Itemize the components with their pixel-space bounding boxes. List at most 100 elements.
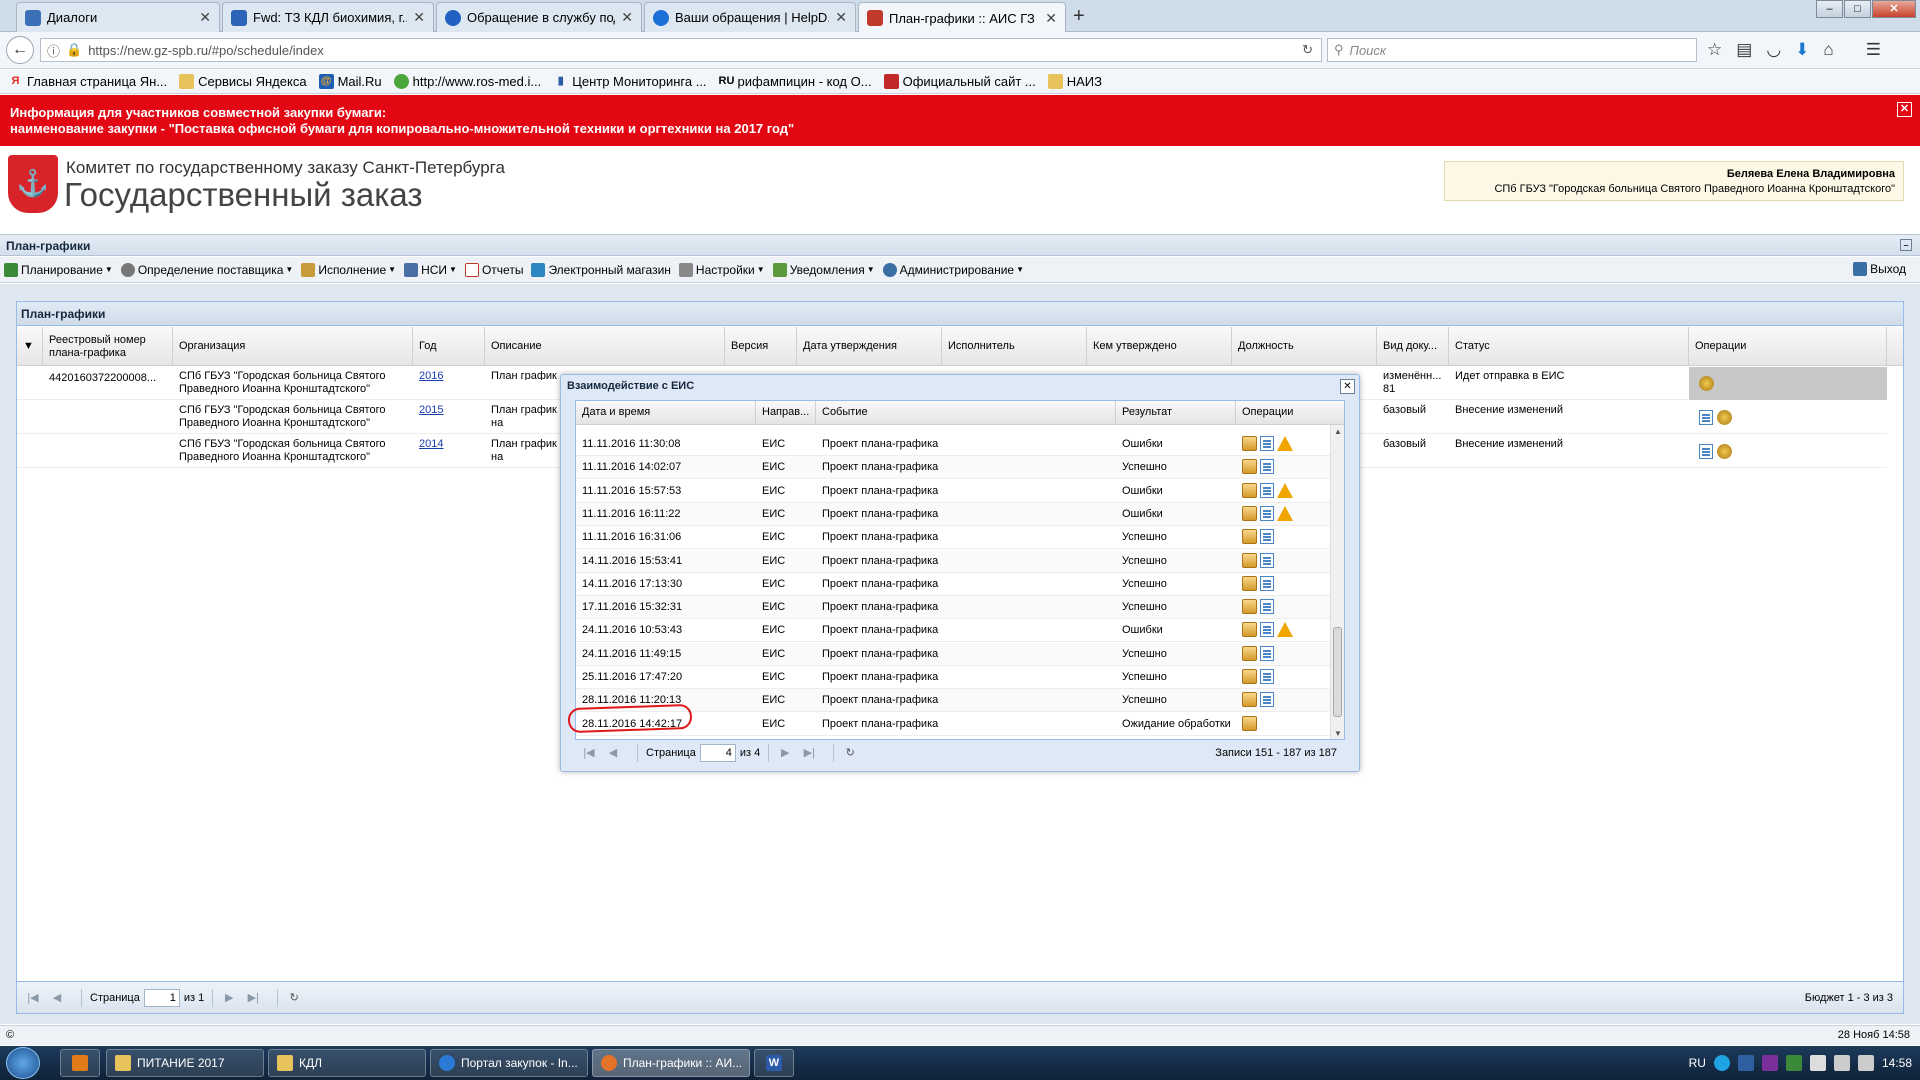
column-header[interactable]: Кем утверждено — [1087, 327, 1232, 366]
package-icon[interactable] — [1242, 482, 1257, 498]
browser-tab[interactable]: Fwd: ТЗ КДЛ биохимия, г... ✕ — [222, 2, 434, 32]
bookmark-item[interactable]: Официальный сайт ... — [883, 74, 1036, 89]
bookmark-item[interactable]: НАИЗ — [1047, 74, 1102, 89]
reading-list-icon[interactable]: ▤ — [1736, 40, 1752, 60]
close-icon[interactable]: ✕ — [413, 9, 425, 26]
year-link[interactable]: 2015 — [419, 404, 443, 416]
new-tab-button[interactable]: + — [1073, 5, 1085, 28]
bookmark-item[interactable]: ▮ Центр Мониторинга ... — [553, 74, 707, 89]
column-header[interactable]: Реестровый номер плана-графика — [43, 327, 173, 366]
document-icon[interactable] — [1260, 645, 1274, 661]
document-icon[interactable] — [1260, 599, 1274, 615]
bookmark-item[interactable]: http://www.ros-med.i... — [393, 74, 541, 89]
close-icon[interactable]: ✕ — [199, 9, 211, 26]
reload-icon[interactable]: ↻ — [1302, 42, 1313, 58]
language-indicator[interactable]: RU — [1689, 1056, 1706, 1070]
warning-icon[interactable] — [1277, 622, 1293, 638]
scroll-thumb[interactable] — [1333, 627, 1342, 717]
menu-nsi[interactable]: НСИ ▼ — [404, 262, 457, 277]
year-link[interactable]: 2014 — [419, 438, 443, 450]
browser-tab[interactable]: Ваши обращения | HelpD... ✕ — [644, 2, 856, 32]
document-icon[interactable] — [1699, 410, 1713, 425]
table-row[interactable]: 14.11.2016 15:53:41 ЕИС Проект плана-графи… — [576, 549, 1332, 573]
next-page-icon[interactable]: ▶ — [221, 990, 237, 1006]
collapse-icon[interactable]: – — [1900, 239, 1912, 251]
start-button[interactable] — [6, 1047, 40, 1079]
column-header[interactable]: Результат — [1116, 401, 1236, 425]
warning-icon[interactable] — [1277, 436, 1293, 451]
flag-icon[interactable] — [1809, 1055, 1826, 1071]
media-player-button[interactable] — [60, 1049, 100, 1077]
table-row[interactable]: 24.11.2016 10:53:43 ЕИС Проект плана-графи… — [576, 619, 1332, 643]
table-row[interactable]: 11.11.2016 11:30:08 ЕИС Проект плана-графи… — [576, 433, 1332, 456]
column-header[interactable]: Версия — [725, 327, 797, 366]
document-icon[interactable] — [1260, 575, 1274, 591]
table-row[interactable]: 11.11.2016 14:02:07 ЕИС Проект плана-графи… — [576, 456, 1332, 480]
column-header[interactable]: Дата и время — [576, 401, 756, 425]
year-link[interactable]: 2016 — [419, 370, 443, 382]
menu-supplier[interactable]: Определение поставщика ▼ — [120, 262, 293, 277]
maximize-button[interactable]: □ — [1844, 0, 1871, 18]
prev-page-icon[interactable]: ◀ — [49, 990, 65, 1006]
download-icon[interactable]: ⬇ — [1795, 40, 1809, 60]
scrollbar[interactable]: ▲ ▼ — [1330, 425, 1344, 739]
taskbar-item-active[interactable]: План-графики :: АИ... — [592, 1049, 750, 1077]
prev-page-icon[interactable]: ◀ — [605, 745, 621, 761]
page-number-input[interactable]: 1 — [143, 988, 180, 1007]
bookmark-item[interactable]: Сервисы Яндекса — [179, 74, 307, 89]
menu-icon[interactable]: ☰ — [1866, 40, 1881, 60]
column-header[interactable]: Исполнитель — [942, 327, 1087, 366]
refresh-icon[interactable]: ↻ — [286, 990, 302, 1006]
menu-admin[interactable]: Администрирование ▼ — [882, 262, 1024, 277]
column-header[interactable]: Организация — [173, 327, 413, 366]
package-icon[interactable] — [1242, 645, 1257, 661]
column-header[interactable]: Дата утверждения — [797, 327, 942, 366]
column-header[interactable]: Статус — [1449, 327, 1689, 366]
eagle-icon[interactable] — [1717, 410, 1732, 425]
table-row[interactable]: 11.11.2016 16:31:06 ЕИС Проект плана-графи… — [576, 526, 1332, 550]
column-header[interactable]: Событие — [816, 401, 1116, 425]
package-icon[interactable] — [1242, 692, 1257, 708]
app-icon[interactable] — [1737, 1055, 1754, 1071]
column-header[interactable]: Вид доку... — [1377, 327, 1449, 366]
package-icon[interactable] — [1242, 669, 1257, 684]
document-icon[interactable] — [1260, 482, 1274, 498]
close-icon[interactable]: ✕ — [1045, 10, 1057, 27]
column-header[interactable]: Описание — [485, 327, 725, 366]
star-icon[interactable]: ☆ — [1707, 40, 1722, 60]
column-header[interactable]: Направ... — [756, 401, 816, 425]
column-header[interactable]: Операции — [1689, 327, 1887, 366]
package-icon[interactable] — [1242, 552, 1257, 568]
menu-planning[interactable]: Планирование ▼ — [4, 262, 113, 277]
browser-tab[interactable]: Обращение в службу под...✕ — [436, 2, 642, 32]
window-close-button[interactable]: ✕ — [1872, 0, 1916, 18]
package-icon[interactable] — [1242, 575, 1257, 591]
scroll-down-icon[interactable]: ▼ — [1334, 729, 1342, 738]
first-page-icon[interactable]: |◀ — [25, 990, 41, 1006]
taskbar-item[interactable]: КДЛ — [268, 1049, 426, 1077]
package-icon[interactable] — [1242, 505, 1257, 521]
package-icon[interactable] — [1242, 459, 1257, 475]
menu-reports[interactable]: Отчеты — [464, 262, 523, 277]
eagle-icon[interactable] — [1699, 376, 1714, 391]
column-header[interactable]: Должность — [1232, 327, 1377, 366]
column-header[interactable]: Год — [413, 327, 485, 366]
network-icon[interactable] — [1833, 1055, 1850, 1071]
document-icon[interactable] — [1260, 669, 1274, 684]
document-icon[interactable] — [1260, 459, 1274, 475]
table-row[interactable]: 11.11.2016 16:11:22 ЕИС Проект плана-графи… — [576, 502, 1332, 526]
close-icon[interactable]: ✕ — [1897, 102, 1912, 117]
document-icon[interactable] — [1260, 552, 1274, 568]
document-icon[interactable] — [1260, 436, 1274, 451]
info-icon[interactable]: ⓘ — [47, 41, 60, 60]
table-row[interactable]: 17.11.2016 15:32:31 ЕИС Проект плана-графи… — [576, 596, 1332, 620]
table-row[interactable]: 11.11.2016 15:57:53 ЕИС Проект плана-графи… — [576, 480, 1332, 503]
column-header[interactable]: Операции — [1236, 401, 1344, 425]
refresh-icon[interactable]: ↻ — [842, 745, 858, 761]
eagle-icon[interactable] — [1717, 444, 1732, 459]
onenote-icon[interactable] — [1761, 1055, 1778, 1071]
document-icon[interactable] — [1699, 444, 1713, 459]
table-row[interactable]: 14.11.2016 17:13:30 ЕИС Проект плана-графи… — [576, 573, 1332, 596]
search-input[interactable]: ⚲ Поиск — [1327, 38, 1697, 62]
logout-button[interactable]: Выход — [1853, 262, 1906, 276]
